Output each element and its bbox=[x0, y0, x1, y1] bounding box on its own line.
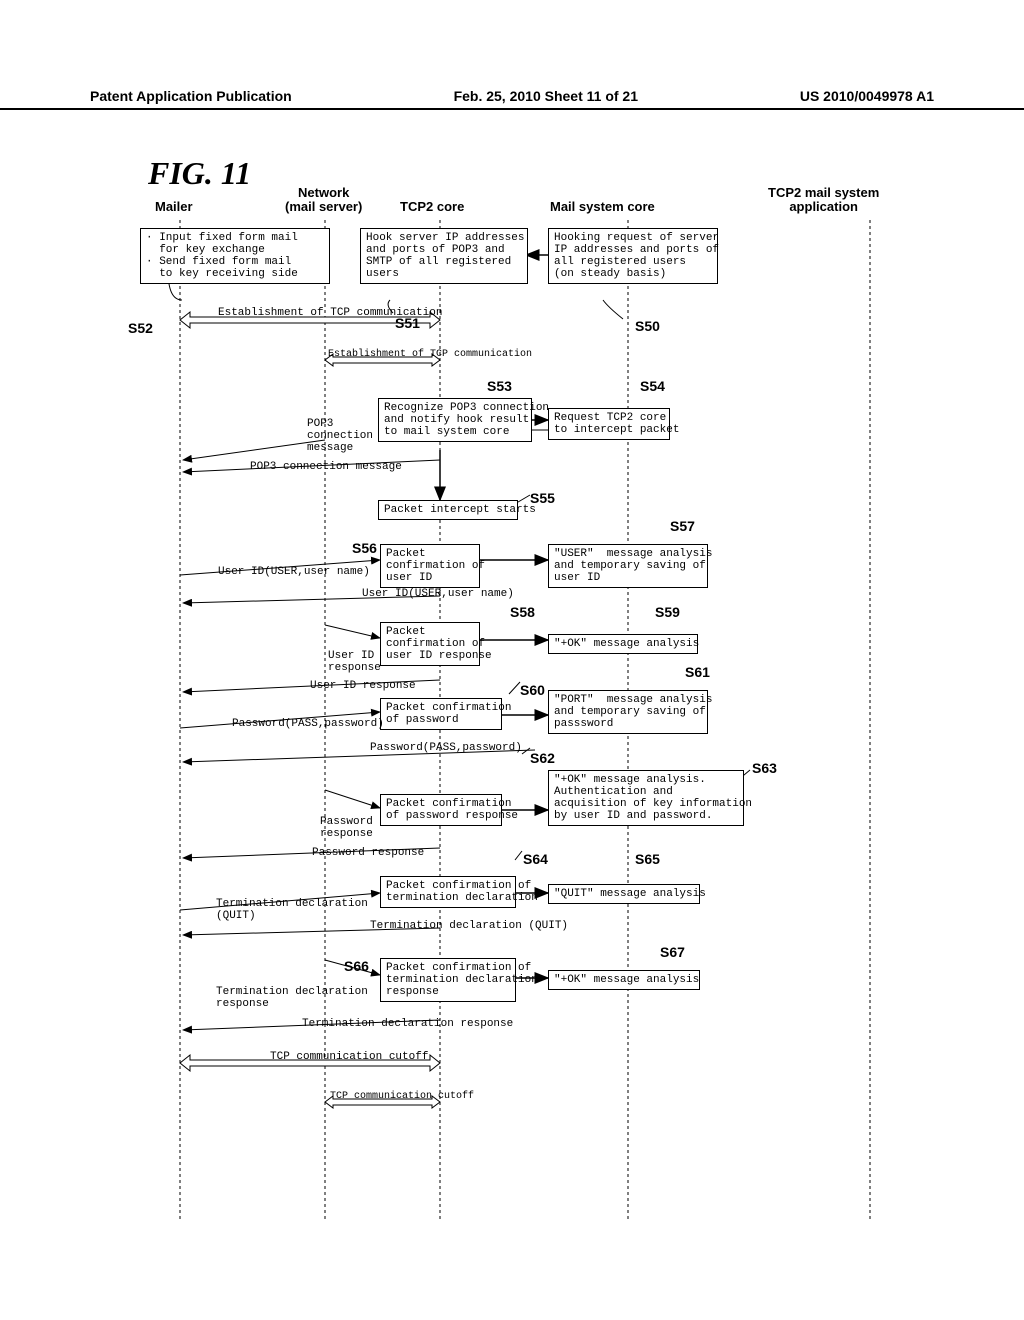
msg-pass-resp2: Password response bbox=[312, 847, 424, 859]
s59-box: "+OK" message analysis bbox=[548, 634, 698, 654]
s60-box: Packet confirmation of password bbox=[380, 698, 502, 730]
step-s64: S64 bbox=[523, 851, 548, 867]
step-s54: S54 bbox=[640, 378, 665, 394]
sequence-diagram-svg bbox=[0, 0, 1024, 1320]
step-s59: S59 bbox=[655, 604, 680, 620]
msg-term-out: Termination declaration (QUIT) bbox=[216, 898, 368, 922]
mailer-input-box: · Input fixed form mail for key exchange… bbox=[140, 228, 330, 284]
s63-box: "+OK" message analysis. Authentication a… bbox=[548, 770, 744, 826]
step-s61: S61 bbox=[685, 664, 710, 680]
step-s57: S57 bbox=[670, 518, 695, 534]
step-s65: S65 bbox=[635, 851, 660, 867]
step-s60: S60 bbox=[520, 682, 545, 698]
s64-box: Packet confirmation of termination decla… bbox=[380, 876, 516, 908]
s56-box: Packet confirmation of user ID bbox=[380, 544, 480, 588]
msg-tcp-cut2: TCP communication cutoff bbox=[330, 1091, 474, 1102]
step-s67: S67 bbox=[660, 944, 685, 960]
s62-box: Packet confirmation of password response bbox=[380, 794, 502, 826]
s66-box: Packet confirmation of termination decla… bbox=[380, 958, 516, 1002]
s58-box: Packet confirmation of user ID response bbox=[380, 622, 480, 666]
step-s63: S63 bbox=[752, 760, 777, 776]
s67-box: "+OK" message analysis bbox=[548, 970, 700, 990]
s61-box: "PORT" message analysis and temporary sa… bbox=[548, 690, 708, 734]
msg-userid-resp1: User ID response bbox=[328, 650, 381, 674]
step-s50: S50 bbox=[635, 318, 660, 334]
msg-term-resp2: Termination declaration response bbox=[302, 1018, 513, 1030]
msg-tcp-cut1: TCP communication cutoff bbox=[270, 1051, 428, 1063]
msg-pass-in: Password(PASS,password) bbox=[370, 742, 522, 754]
step-s53: S53 bbox=[487, 378, 512, 394]
msg-term-in: Termination declaration (QUIT) bbox=[370, 920, 568, 932]
step-s66: S66 bbox=[344, 958, 369, 974]
msg-pop3-conn2: POP3 connection message bbox=[250, 461, 402, 473]
step-s56: S56 bbox=[352, 540, 377, 556]
msg-userid-out: User ID(USER,user name) bbox=[218, 566, 370, 578]
msg-pass-out: Password(PASS,password) bbox=[232, 718, 384, 730]
msg-term-resp1: Termination declaration response bbox=[216, 986, 368, 1010]
step-s58: S58 bbox=[510, 604, 535, 620]
s51-box: Hook server IP addresses and ports of PO… bbox=[360, 228, 528, 284]
msg-userid-resp2: User ID response bbox=[310, 680, 416, 692]
step-s55: S55 bbox=[530, 490, 555, 506]
msg-pass-resp1: Password response bbox=[320, 816, 373, 840]
msg-userid-in: User ID(USER,user name) bbox=[362, 588, 514, 600]
msg-pop3-conn: POP3 connection message bbox=[307, 418, 373, 454]
msg-estab-tcp2: Establishment of TCP communication bbox=[328, 349, 532, 360]
s57-box: "USER" message analysis and temporary sa… bbox=[548, 544, 708, 588]
step-s62: S62 bbox=[530, 750, 555, 766]
s55-box: Packet intercept starts bbox=[378, 500, 518, 520]
s53-box: Recognize POP3 connection and notify hoo… bbox=[378, 398, 532, 442]
step-s52: S52 bbox=[128, 320, 153, 336]
step-s51: S51 bbox=[395, 315, 420, 331]
s50-box: Hooking request of server IP addresses a… bbox=[548, 228, 718, 284]
s65-box: "QUIT" message analysis bbox=[548, 884, 700, 904]
s54-box: Request TCP2 core to intercept packet bbox=[548, 408, 670, 440]
